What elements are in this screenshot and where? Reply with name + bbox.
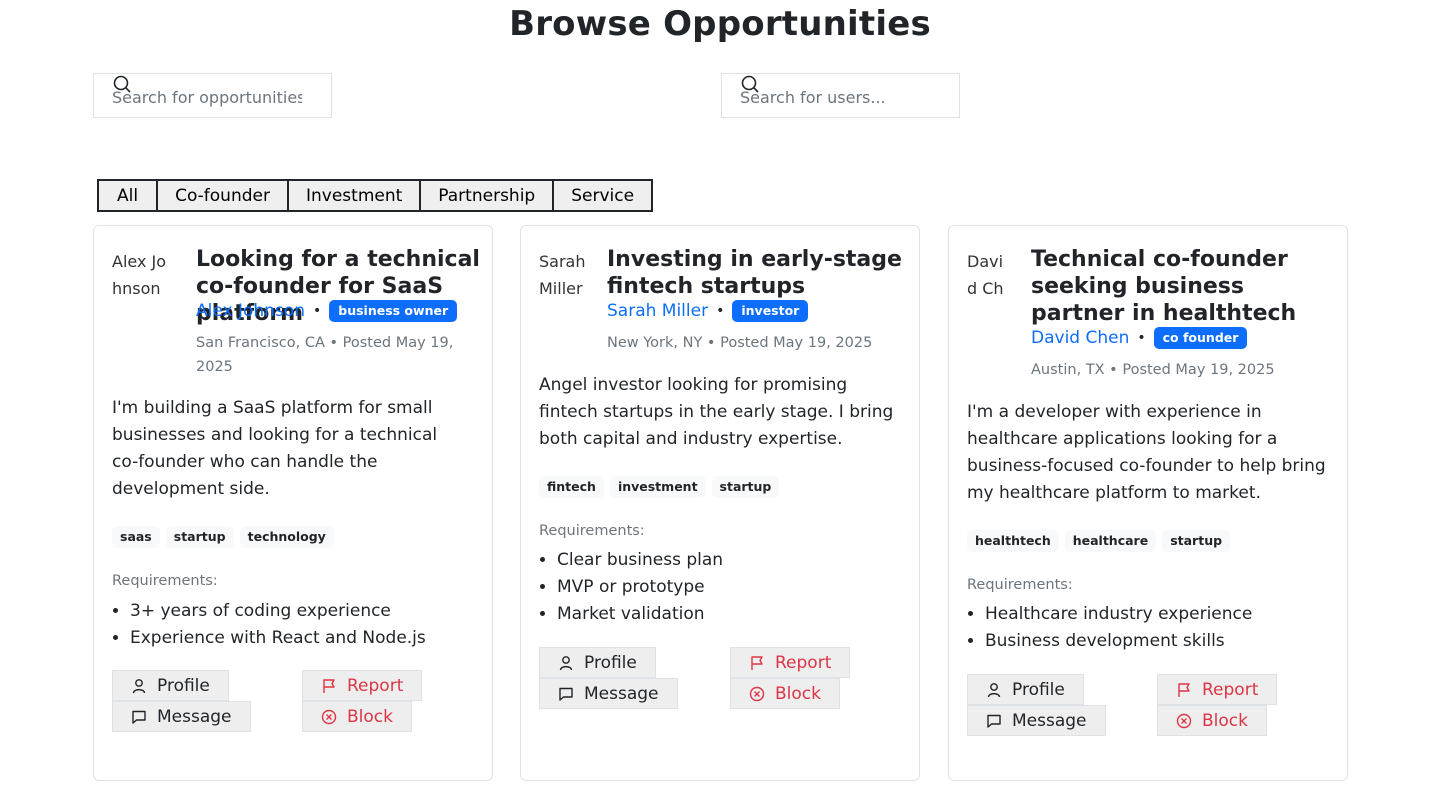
flag-icon <box>1178 682 1190 697</box>
block-button[interactable]: Block <box>302 701 412 732</box>
requirement-item: 3+ years of coding experience <box>130 598 426 625</box>
profile-button[interactable]: Profile <box>539 647 656 678</box>
block-icon <box>1176 713 1192 728</box>
requirement-item: Market validation <box>557 601 723 628</box>
tag: startup <box>165 526 234 548</box>
opportunity-card: David Chen Technical co-founder seeking … <box>948 225 1348 781</box>
filter-investment-button[interactable]: Investment <box>286 179 422 212</box>
filter-all-button[interactable]: All <box>97 179 159 212</box>
tag: fintech <box>539 476 604 498</box>
tag-list: saas startup technology <box>112 526 334 548</box>
report-button[interactable]: Report <box>302 670 423 701</box>
report-button-label: Report <box>1202 679 1259 700</box>
block-button[interactable]: Block <box>1157 705 1267 736</box>
separator-dot: • <box>716 303 725 319</box>
page-title: Browse Opportunities <box>509 4 931 44</box>
requirements-label: Requirements: <box>112 573 218 589</box>
user-icon <box>132 678 146 693</box>
opportunity-search-input[interactable] <box>112 85 302 109</box>
profile-button-label: Profile <box>1012 679 1065 700</box>
profile-button[interactable]: Profile <box>967 674 1084 705</box>
filter-bar: All Co-founder Investment Partnership Se… <box>97 179 654 212</box>
author-link[interactable]: David Chen <box>1031 328 1129 348</box>
requirement-item: Clear business plan <box>557 547 723 574</box>
author-row: Sarah Miller • investor <box>607 300 809 322</box>
opportunity-card: Sarah Miller Investing in early-stage fi… <box>520 225 920 781</box>
card-title: Technical co-founder seeking business pa… <box>1031 247 1297 326</box>
user-icon <box>559 655 573 670</box>
location-posted: San Francisco, CA • Posted May 19, 2025 <box>196 335 454 375</box>
tag: healthcare <box>1064 530 1157 552</box>
message-icon <box>132 710 146 724</box>
avatar: David Chen <box>967 252 1004 312</box>
author-row: David Chen • co founder <box>1031 327 1248 349</box>
flag-icon <box>751 655 763 670</box>
role-badge: investor <box>732 300 809 322</box>
card-description: I'm building a SaaS platform for small b… <box>112 398 438 499</box>
requirement-item: Experience with React and Node.js <box>130 625 426 652</box>
block-button-label: Block <box>347 706 393 727</box>
block-icon <box>749 686 765 701</box>
filter-partnership-button[interactable]: Partnership <box>419 179 555 212</box>
tag: startup <box>1162 530 1231 552</box>
report-button-label: Report <box>775 652 832 673</box>
opportunity-card: Alex Johnson Looking for a technical co-… <box>93 225 493 781</box>
requirements-label: Requirements: <box>539 523 645 539</box>
message-button[interactable]: Message <box>967 705 1106 736</box>
avatar: Sarah Miller <box>539 252 586 298</box>
tag: investment <box>609 476 706 498</box>
requirements-list: 3+ years of coding experience Experience… <box>112 598 426 652</box>
tag: technology <box>239 526 334 548</box>
tag: healthtech <box>967 530 1059 552</box>
profile-button[interactable]: Profile <box>112 670 229 701</box>
profile-button-label: Profile <box>584 652 637 673</box>
role-badge: co founder <box>1153 327 1248 349</box>
separator-dot: • <box>1137 330 1146 346</box>
message-icon <box>987 714 1001 728</box>
opportunity-search[interactable] <box>93 73 332 118</box>
requirement-item: Business development skills <box>985 628 1252 655</box>
message-button-label: Message <box>584 683 659 704</box>
tag-list: healthtech healthcare startup <box>967 530 1231 552</box>
filter-co-founder-button[interactable]: Co-founder <box>156 179 289 212</box>
block-button[interactable]: Block <box>730 678 840 709</box>
message-button-label: Message <box>1012 710 1087 731</box>
location-posted: Austin, TX • Posted May 19, 2025 <box>1031 362 1275 378</box>
report-button-label: Report <box>347 675 404 696</box>
author-row: Alex Johnson • business owner <box>196 300 458 322</box>
message-icon <box>559 687 573 701</box>
author-link[interactable]: Alex Johnson <box>196 301 305 321</box>
user-search-input[interactable] <box>740 85 930 109</box>
requirement-item: Healthcare industry experience <box>985 601 1252 628</box>
user-search[interactable] <box>721 73 960 118</box>
filter-service-button[interactable]: Service <box>552 179 654 212</box>
card-description: I'm a developer with experience in healt… <box>967 402 1326 503</box>
separator-dot: • <box>312 303 322 319</box>
card-description: Angel investor looking for promising fin… <box>539 375 894 449</box>
message-button[interactable]: Message <box>112 701 251 732</box>
card-title: Investing in early-stage fintech startup… <box>607 247 902 299</box>
profile-button-label: Profile <box>157 675 210 696</box>
flag-icon <box>323 678 335 693</box>
location-posted: New York, NY • Posted May 19, 2025 <box>607 335 873 351</box>
block-icon <box>321 709 337 724</box>
requirement-item: MVP or prototype <box>557 574 723 601</box>
tag: saas <box>112 526 160 548</box>
requirements-label: Requirements: <box>967 577 1073 593</box>
report-button[interactable]: Report <box>1157 674 1278 705</box>
message-button[interactable]: Message <box>539 678 678 709</box>
message-button-label: Message <box>157 706 232 727</box>
block-button-label: Block <box>775 683 821 704</box>
avatar: Alex Johnson <box>112 252 167 298</box>
block-button-label: Block <box>1202 710 1248 731</box>
requirements-list: Healthcare industry experience Business … <box>967 601 1252 655</box>
user-icon <box>987 682 1001 697</box>
tag: startup <box>711 476 780 498</box>
requirements-list: Clear business plan MVP or prototype Mar… <box>539 547 723 628</box>
report-button[interactable]: Report <box>730 647 851 678</box>
role-badge: business owner <box>329 300 458 322</box>
author-link[interactable]: Sarah Miller <box>607 301 708 321</box>
tag-list: fintech investment startup <box>539 476 780 498</box>
